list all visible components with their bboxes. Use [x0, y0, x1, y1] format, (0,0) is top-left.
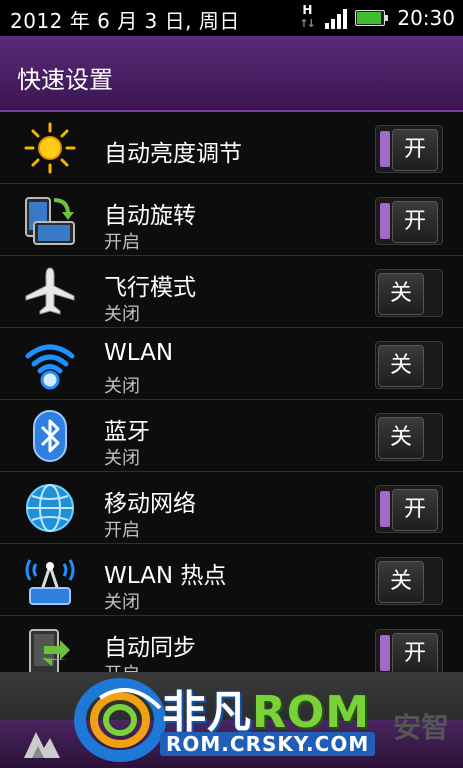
status-icons: H ↑↓ 20:30 — [297, 3, 455, 33]
mobile-network-toggle[interactable]: 开 — [375, 485, 443, 533]
network-type-icon: H ↑↓ — [297, 3, 317, 33]
toggle-label: 开 — [392, 633, 438, 675]
setting-status: 关闭 — [104, 376, 140, 397]
setting-title: 自动旋转 — [104, 203, 196, 229]
setting-title: 移动网络 — [104, 491, 196, 517]
setting-title: WLAN 热点 — [104, 563, 227, 589]
setting-title: WLAN — [104, 340, 174, 366]
hotspot-icon — [25, 559, 75, 605]
setting-row-wlan[interactable]: WLAN 关闭 关 — [0, 328, 463, 400]
setting-title: 蓝牙 — [104, 419, 150, 445]
toggle-label: 开 — [392, 129, 438, 171]
setting-status: 关闭 — [104, 448, 140, 469]
airplane-mode-toggle[interactable]: 关 — [375, 269, 443, 317]
status-time: 20:30 — [397, 6, 455, 30]
watermark-url: ROM.CRSKY.COM — [160, 732, 376, 756]
setting-row-auto-brightness[interactable]: 自动亮度调节 开 — [0, 112, 463, 184]
status-bar: 2012 年 6 月 3 日, 周日 H ↑↓ 20:30 — [0, 0, 463, 36]
setting-status: 开启 — [104, 232, 140, 253]
screen: 2012 年 6 月 3 日, 周日 H ↑↓ 20:30 快速设置 自动亮度调… — [0, 0, 463, 768]
setting-title: 自动亮度调节 — [104, 141, 242, 167]
wifi-icon — [25, 344, 75, 390]
toggle-label: 关 — [378, 561, 424, 603]
setting-status: 关闭 — [104, 304, 140, 325]
watermark-side-text: 安智 — [392, 711, 449, 744]
setting-row-airplane-mode[interactable]: 飞行模式 关闭 关 — [0, 256, 463, 328]
setting-row-wlan-hotspot[interactable]: WLAN 热点 关闭 关 — [0, 544, 463, 616]
bluetooth-icon — [33, 410, 67, 462]
battery-icon — [355, 10, 389, 26]
setting-title: 自动同步 — [104, 635, 196, 661]
airplane-icon — [25, 267, 75, 315]
toggle-label: 关 — [378, 273, 424, 315]
setting-status: 关闭 — [104, 592, 140, 613]
toggle-label: 开 — [392, 489, 438, 531]
setting-row-mobile-network[interactable]: 移动网络 开启 开 — [0, 472, 463, 544]
watermark-brand: 非凡ROM — [162, 676, 370, 740]
signal-strength-icon — [325, 7, 348, 29]
auto-rotate-toggle[interactable]: 开 — [375, 197, 443, 245]
network-letter: H — [302, 3, 313, 17]
setting-status: 开启 — [104, 520, 140, 541]
rotate-icon — [25, 197, 75, 245]
setting-title: 飞行模式 — [104, 275, 196, 301]
toggle-label: 开 — [392, 201, 438, 243]
globe-icon — [26, 484, 74, 532]
status-date: 2012 年 6 月 3 日, 周日 — [10, 9, 240, 33]
header: 快速设置 — [0, 36, 463, 112]
setting-row-auto-rotate[interactable]: 自动旋转 开启 开 — [0, 184, 463, 256]
watermark-brand-part1: 非凡 — [162, 687, 252, 738]
auto-sync-toggle[interactable]: 开 — [375, 629, 443, 677]
settings-list: 自动亮度调节 开 自动旋转 开启 开 飞行模式 关闭 关 WLAN 关闭 关 蓝… — [0, 112, 463, 688]
auto-brightness-toggle[interactable]: 开 — [375, 125, 443, 173]
watermark-brand-part2: ROM — [252, 687, 371, 738]
setting-row-bluetooth[interactable]: 蓝牙 关闭 关 — [0, 400, 463, 472]
page-title: 快速设置 — [17, 66, 113, 94]
wlan-hotspot-toggle[interactable]: 关 — [375, 557, 443, 605]
toggle-label: 关 — [378, 417, 424, 459]
bluetooth-toggle[interactable]: 关 — [375, 413, 443, 461]
app-logo-icon — [24, 732, 60, 758]
sun-icon — [24, 122, 76, 174]
wlan-toggle[interactable]: 关 — [375, 341, 443, 389]
data-arrows-icon: ↑↓ — [299, 17, 316, 30]
toggle-label: 关 — [378, 345, 424, 387]
